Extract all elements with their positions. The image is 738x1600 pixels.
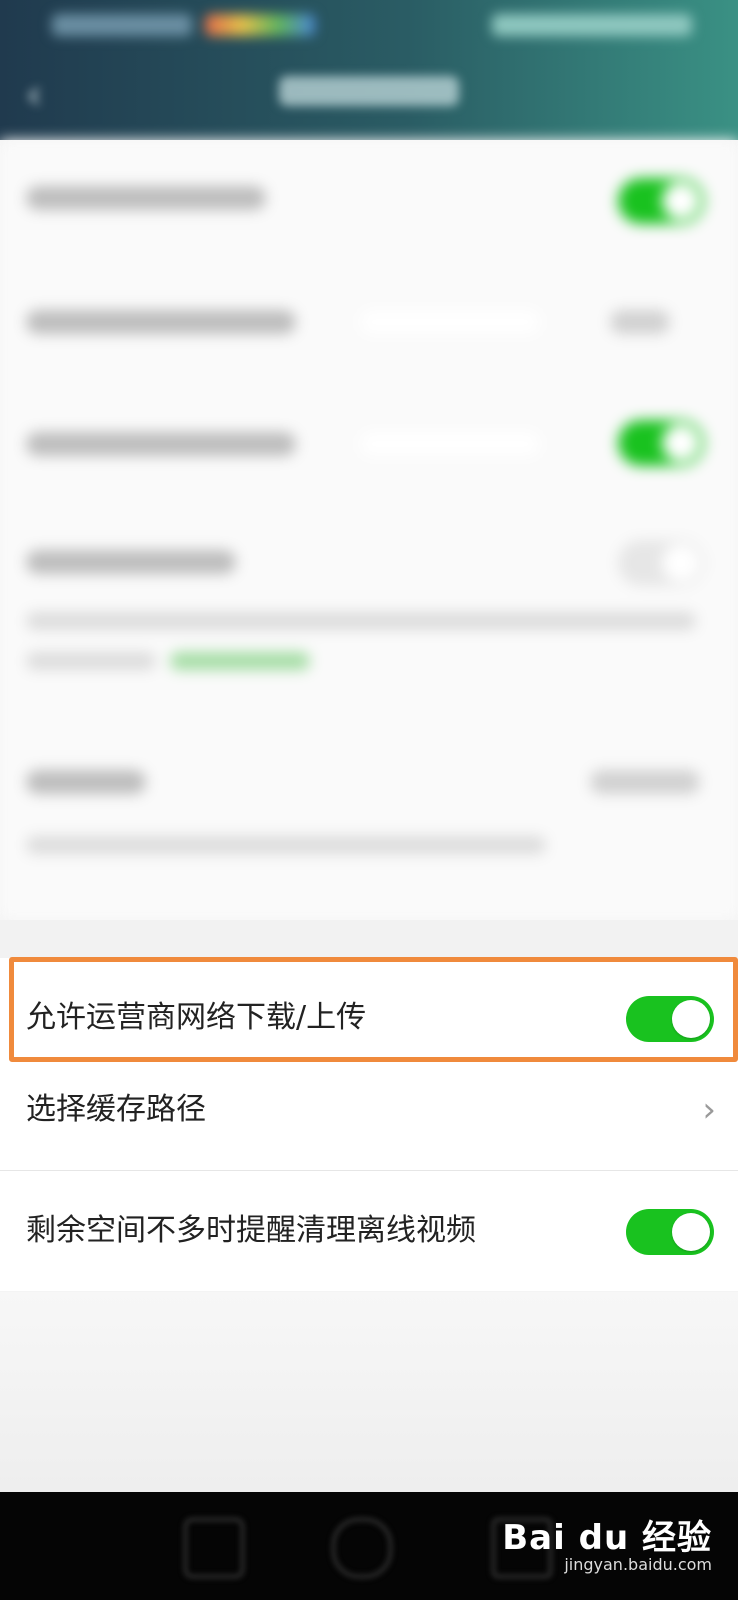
highlight-box [9,957,738,1062]
section-gap [0,920,738,958]
navigation-bar: ‹ [0,55,738,135]
settings-row-cache-path[interactable]: 选择缓存路径 › [0,1050,738,1170]
page-title [0,75,738,115]
storage-reminder-label: 剩余空间不多时提醒清理离线视频 [26,1213,476,1248]
home-circle-icon[interactable] [332,1518,392,1578]
blurred-settings-section [0,140,738,920]
status-bar [0,0,738,50]
system-navigation-bar: Bai du 经验 jingyan.baidu.com [0,1492,738,1600]
storage-reminder-toggle[interactable] [626,1209,714,1255]
cache-path-label: 选择缓存路径 [26,1092,206,1127]
chevron-right-icon: › [702,1090,716,1130]
toggle-knob [672,1213,710,1251]
app-header: ‹ [0,0,738,140]
baidu-jingyan-watermark: Bai du 经验 jingyan.baidu.com [502,1510,712,1574]
empty-content-area [0,1292,738,1492]
watermark-brand: Bai du 经验 [502,1518,712,1558]
recents-square-icon[interactable] [184,1518,244,1578]
settings-row-storage-reminder[interactable]: 剩余空间不多时提醒清理离线视频 [0,1171,738,1291]
